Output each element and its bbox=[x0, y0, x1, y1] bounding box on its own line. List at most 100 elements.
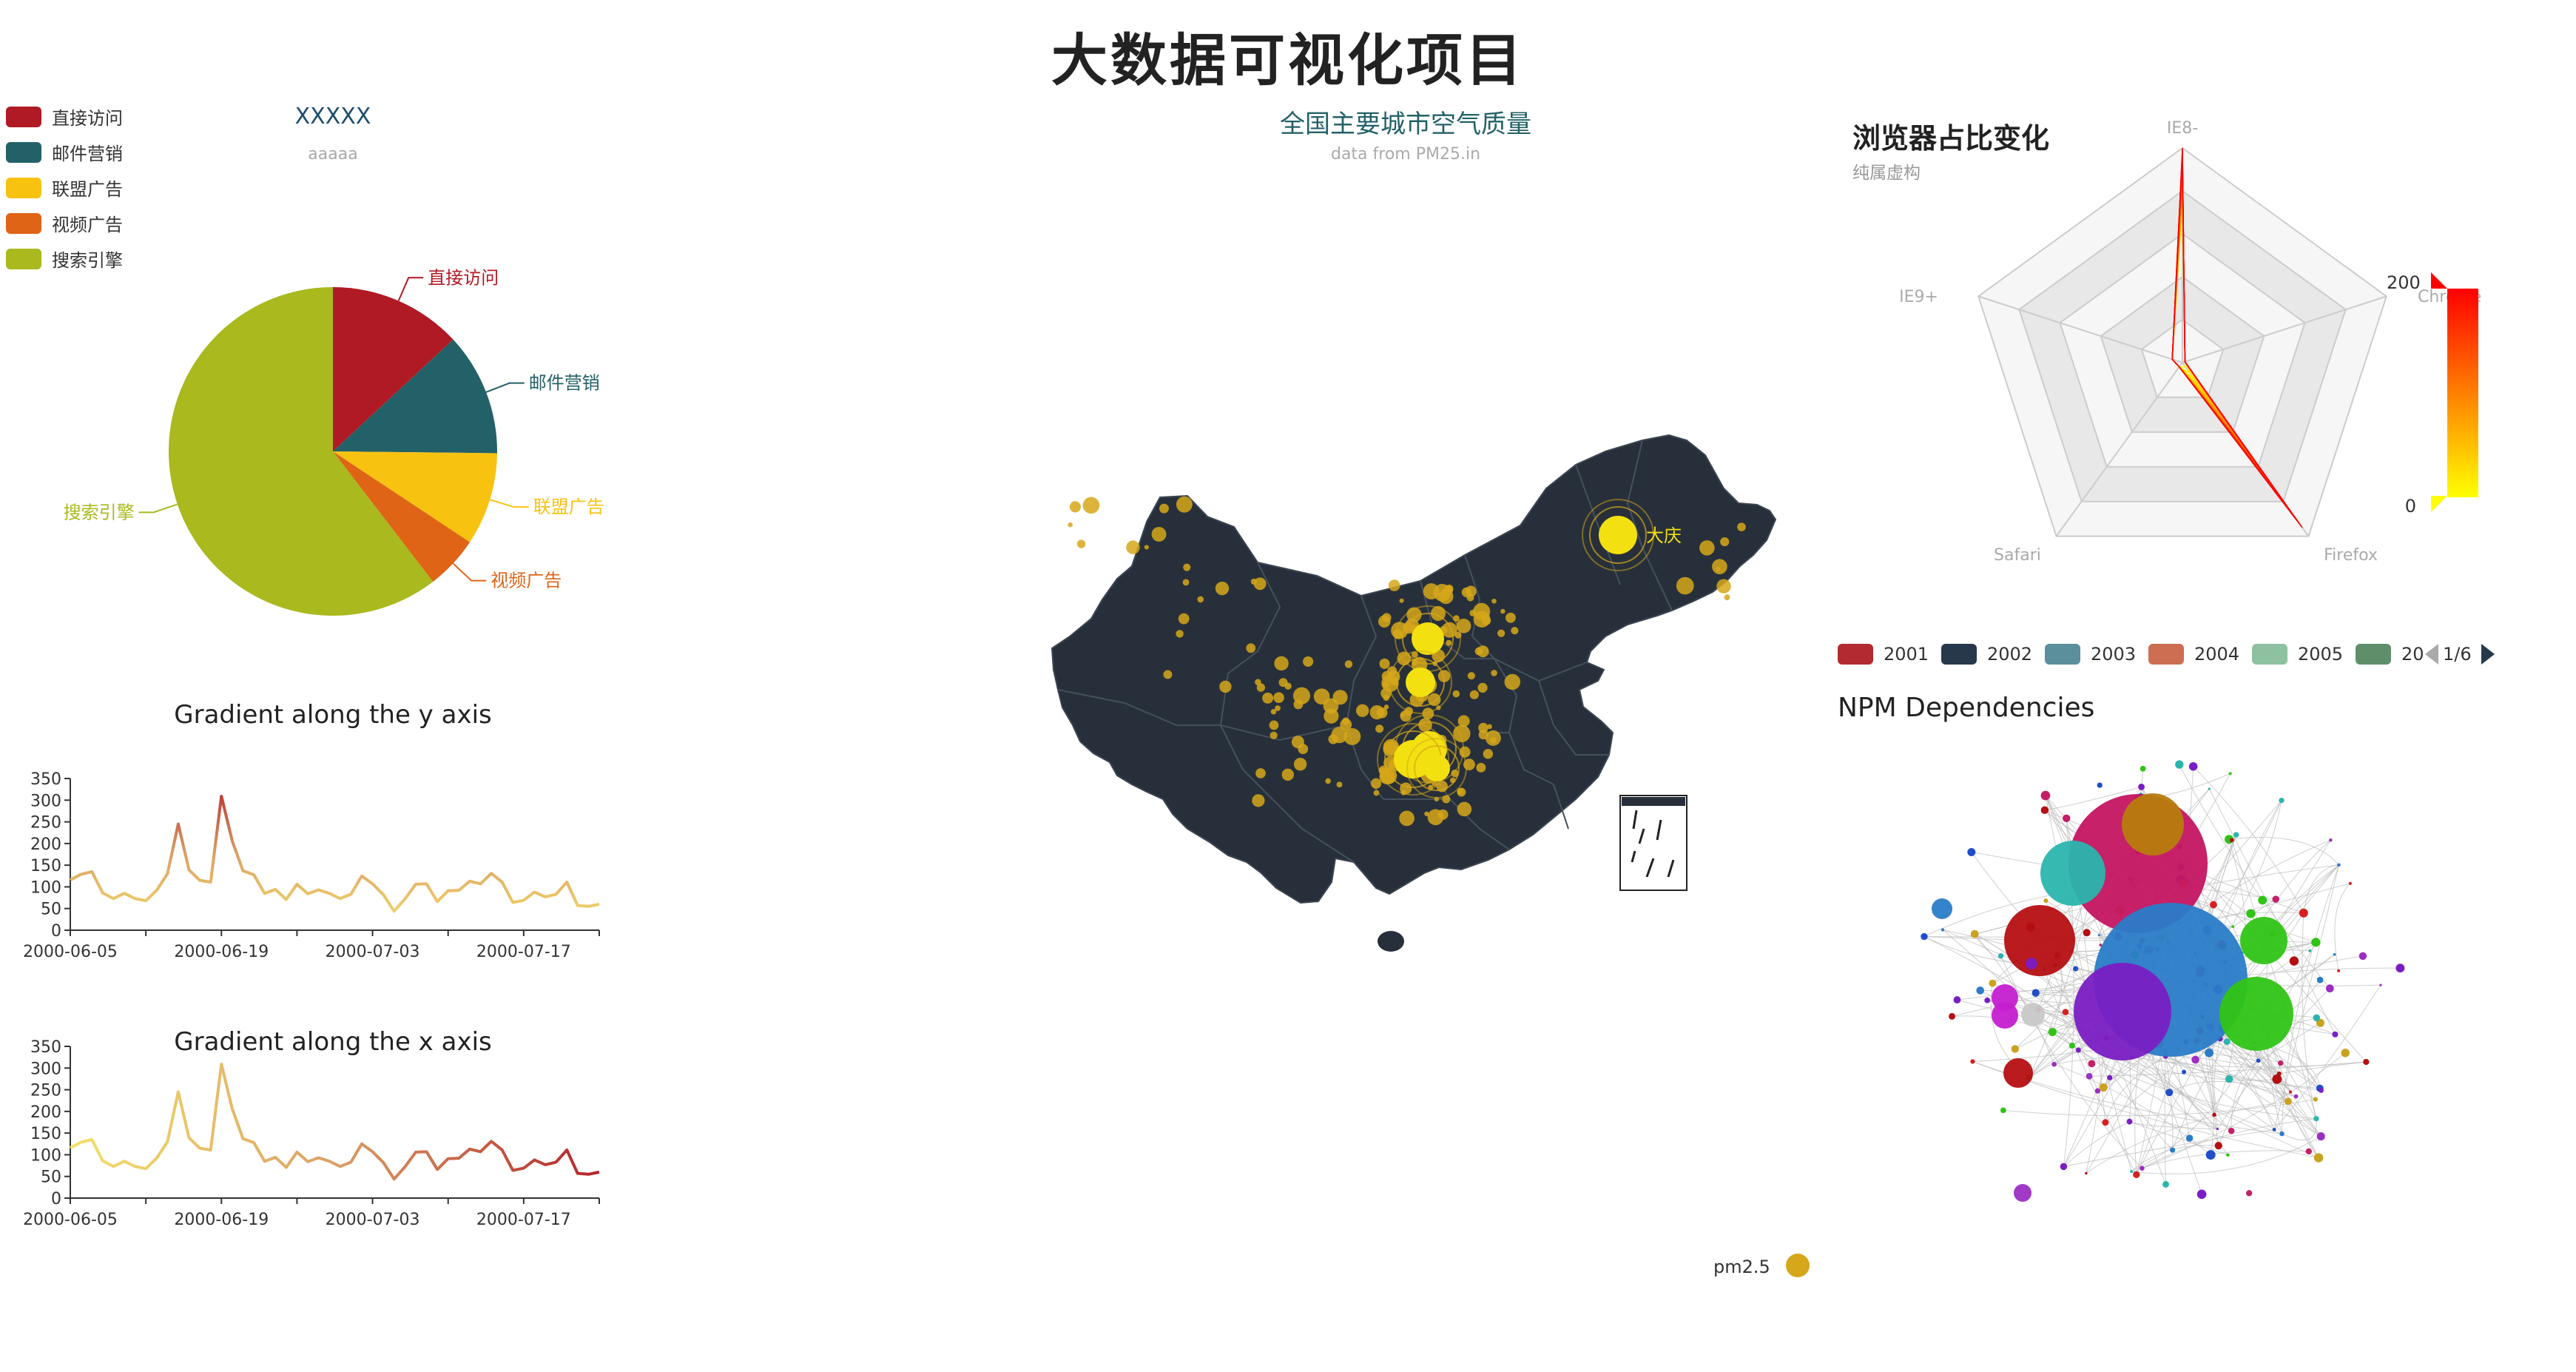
pm25-point[interactable] bbox=[1500, 608, 1506, 614]
graph-node[interactable] bbox=[2208, 787, 2211, 790]
pm25-point[interactable] bbox=[1163, 670, 1173, 679]
pm25-point[interactable] bbox=[1443, 585, 1454, 595]
graph-node[interactable] bbox=[2196, 1189, 2207, 1200]
graph-node[interactable] bbox=[2216, 1128, 2219, 1131]
pm25-point[interactable] bbox=[1291, 736, 1304, 749]
graph-node[interactable] bbox=[1941, 928, 1945, 932]
graph-nodes[interactable] bbox=[1921, 760, 2405, 1202]
pm25-point[interactable] bbox=[1388, 579, 1400, 591]
pm25-point[interactable] bbox=[1724, 594, 1730, 601]
graph-node[interactable] bbox=[2325, 984, 2334, 993]
pm25-point[interactable] bbox=[1250, 578, 1258, 585]
pm25-point[interactable] bbox=[1699, 540, 1715, 556]
graph-hub-node[interactable] bbox=[2021, 1003, 2045, 1026]
graph-node[interactable] bbox=[2182, 1069, 2187, 1075]
graph-node[interactable] bbox=[2316, 1131, 2325, 1141]
pm25-point[interactable] bbox=[1292, 687, 1311, 705]
graph-node[interactable] bbox=[1949, 1012, 1956, 1020]
pm25-point[interactable] bbox=[1491, 670, 1497, 676]
graph-node[interactable] bbox=[2162, 1180, 2169, 1188]
graph-node[interactable] bbox=[2228, 772, 2232, 776]
graph-node[interactable] bbox=[2228, 1127, 2235, 1134]
graph-node[interactable] bbox=[2205, 1150, 2216, 1160]
pie-legend-item[interactable]: 直接访问 bbox=[6, 104, 123, 130]
graph-node[interactable] bbox=[2097, 782, 2103, 788]
graph-node[interactable] bbox=[2311, 938, 2321, 947]
graph-node[interactable] bbox=[2395, 964, 2405, 973]
pm25-point[interactable] bbox=[1491, 598, 1497, 604]
pm25-point[interactable] bbox=[1477, 682, 1488, 693]
graph-node[interactable] bbox=[2097, 934, 2100, 937]
pm25-point[interactable] bbox=[1176, 630, 1184, 638]
pm25-point[interactable] bbox=[1269, 720, 1279, 730]
visualmap-handle-top[interactable] bbox=[2431, 272, 2447, 289]
graph-node[interactable] bbox=[2072, 966, 2079, 972]
pm25-point[interactable] bbox=[1324, 708, 1339, 724]
graph-node[interactable] bbox=[2316, 976, 2324, 983]
pm25-point[interactable] bbox=[1159, 503, 1169, 514]
graph-hub-node[interactable] bbox=[2240, 917, 2287, 964]
pm25-point[interactable] bbox=[1716, 579, 1731, 593]
pm25-point[interactable] bbox=[1676, 576, 1694, 595]
radar-legend-item[interactable]: 2002 bbox=[1941, 644, 2032, 665]
pm25-point[interactable] bbox=[1478, 730, 1488, 740]
graph-node[interactable] bbox=[2043, 898, 2049, 904]
graph-node[interactable] bbox=[2305, 1148, 2312, 1154]
pm25-point[interactable] bbox=[1469, 690, 1479, 699]
pm25-point[interactable] bbox=[1474, 647, 1483, 656]
graph-node[interactable] bbox=[2210, 901, 2217, 909]
pm25-point[interactable] bbox=[1262, 692, 1274, 704]
graph-node[interactable] bbox=[2011, 1045, 2019, 1053]
pm25-point[interactable] bbox=[1183, 563, 1191, 571]
pm25-point[interactable] bbox=[1383, 694, 1389, 702]
graph-node[interactable] bbox=[2223, 1038, 2231, 1046]
graph-node[interactable] bbox=[2051, 1061, 2057, 1067]
radar-legend-item[interactable]: 2004 bbox=[2148, 644, 2239, 665]
pm25-point[interactable] bbox=[1144, 545, 1149, 550]
graph-node[interactable] bbox=[2329, 838, 2333, 842]
graph-node[interactable] bbox=[2191, 1055, 2199, 1064]
graph-node[interactable] bbox=[2289, 956, 2299, 966]
pm25-point[interactable] bbox=[1281, 768, 1294, 781]
graph-node[interactable] bbox=[2332, 1031, 2339, 1038]
graph-node[interactable] bbox=[2313, 1116, 2319, 1122]
graph-node[interactable] bbox=[2205, 1048, 2214, 1057]
graph-node[interactable] bbox=[1989, 979, 1997, 987]
pm25-point[interactable] bbox=[1076, 539, 1086, 548]
pm25-point[interactable] bbox=[1483, 749, 1494, 759]
graph-node[interactable] bbox=[2075, 1047, 2081, 1053]
graph-node[interactable] bbox=[1976, 986, 1984, 995]
graph-node[interactable] bbox=[2099, 1083, 2108, 1092]
graph-node[interactable] bbox=[2276, 1071, 2282, 1076]
china-map[interactable]: 大庆 bbox=[1036, 414, 1777, 977]
graph-node[interactable] bbox=[2337, 969, 2341, 972]
map-legend-marker[interactable] bbox=[1786, 1254, 1810, 1277]
graph-hub-node[interactable] bbox=[1992, 1002, 2018, 1029]
pm25-point[interactable] bbox=[1068, 522, 1073, 528]
pm25-point[interactable] bbox=[1219, 680, 1232, 693]
radar-legend-item[interactable]: 2005 bbox=[2252, 644, 2343, 665]
graph-node[interactable] bbox=[2165, 1089, 2174, 1097]
pm25-point[interactable] bbox=[1255, 679, 1261, 686]
graph-node[interactable] bbox=[2140, 765, 2146, 772]
graph-node[interactable] bbox=[2175, 760, 2184, 769]
npm-dependency-graph[interactable] bbox=[1909, 740, 2427, 1273]
pm25-point[interactable] bbox=[1737, 522, 1746, 532]
pm25-point[interactable] bbox=[1313, 688, 1330, 705]
graph-hub-node[interactable] bbox=[2026, 958, 2037, 969]
pm25-point[interactable] bbox=[1355, 704, 1369, 717]
pm25-point[interactable] bbox=[1215, 581, 1230, 596]
pm25-point[interactable] bbox=[1082, 497, 1100, 514]
pm25-point[interactable] bbox=[1712, 559, 1727, 574]
pm25-point[interactable] bbox=[1069, 501, 1081, 513]
graph-node[interactable] bbox=[2032, 989, 2040, 997]
pm25-point[interactable] bbox=[1400, 712, 1406, 718]
graph-node[interactable] bbox=[2233, 832, 2239, 838]
graph-node[interactable] bbox=[2299, 908, 2308, 918]
graph-node[interactable] bbox=[2279, 1131, 2285, 1137]
graph-node[interactable] bbox=[2107, 1075, 2113, 1080]
pm25-point[interactable] bbox=[1383, 705, 1389, 710]
pm25-point[interactable] bbox=[1424, 811, 1429, 816]
graph-hub-node[interactable] bbox=[2014, 1184, 2032, 1202]
graph-node[interactable] bbox=[2138, 783, 2145, 790]
